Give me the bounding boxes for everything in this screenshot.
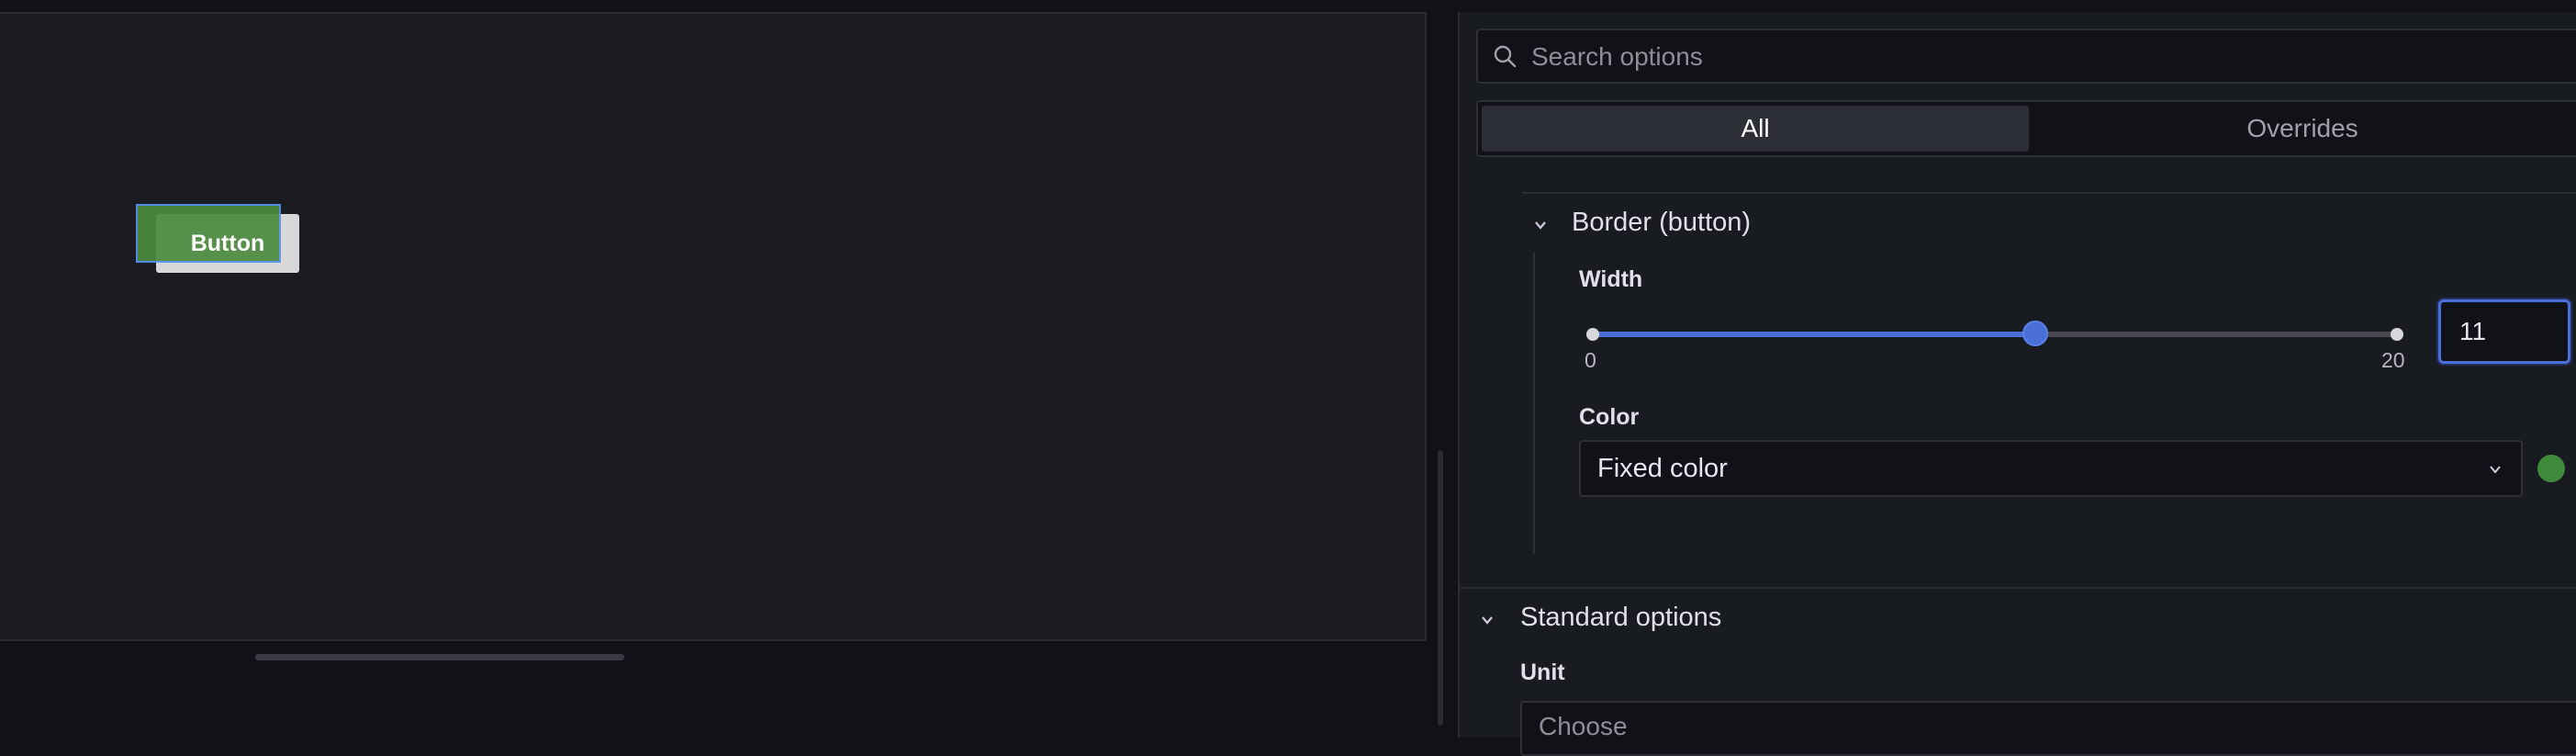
border-section-title[interactable]: Border (button) <box>1572 208 1751 238</box>
slider-min-label: 0 <box>1585 348 1596 372</box>
pane-resize-handle[interactable] <box>1438 450 1443 726</box>
search-icon <box>1494 45 1517 68</box>
slider-max-label: 20 <box>2381 348 2405 372</box>
color-mode-value: Fixed color <box>1597 454 1728 483</box>
section-divider <box>1522 192 2576 194</box>
color-mode-select[interactable]: Fixed color <box>1579 440 2523 497</box>
width-value-input[interactable] <box>2441 302 2568 361</box>
width-label: Width <box>1579 266 1643 292</box>
panel-canvas[interactable]: Button <box>0 12 1427 641</box>
button-element-label: Button <box>190 230 265 256</box>
section-guide-line <box>1533 253 1535 554</box>
unit-select[interactable]: Choose <box>1520 701 2576 756</box>
width-slider-fill <box>1592 332 2035 337</box>
tab-overrides[interactable]: Overrides <box>2029 106 2576 152</box>
horizontal-scrollbar[interactable] <box>255 654 624 660</box>
search-options-box[interactable] <box>1476 28 2576 84</box>
standard-options-title[interactable]: Standard options <box>1520 603 1721 633</box>
chevron-down-icon <box>2490 466 2501 474</box>
color-swatch[interactable] <box>2537 455 2565 482</box>
unit-placeholder: Choose <box>1539 712 1628 740</box>
width-slider[interactable] <box>1586 321 2403 346</box>
width-value-box[interactable] <box>2438 299 2570 364</box>
width-slider-handle[interactable] <box>2022 321 2048 346</box>
chevron-down-icon[interactable] <box>1480 613 1495 627</box>
slider-min-dot <box>1586 328 1599 341</box>
search-options-input[interactable] <box>1529 30 2543 84</box>
options-tabs: All Overrides <box>1476 100 2576 157</box>
chevron-down-icon[interactable] <box>1533 218 1548 232</box>
section-divider <box>1460 587 2576 589</box>
options-pane: All Overrides Border (button) Width 0 20… <box>1458 12 2576 756</box>
tab-all[interactable]: All <box>1482 106 2029 152</box>
unit-label: Unit <box>1520 660 1565 685</box>
color-label: Color <box>1579 404 1640 430</box>
slider-max-dot <box>2391 328 2403 341</box>
